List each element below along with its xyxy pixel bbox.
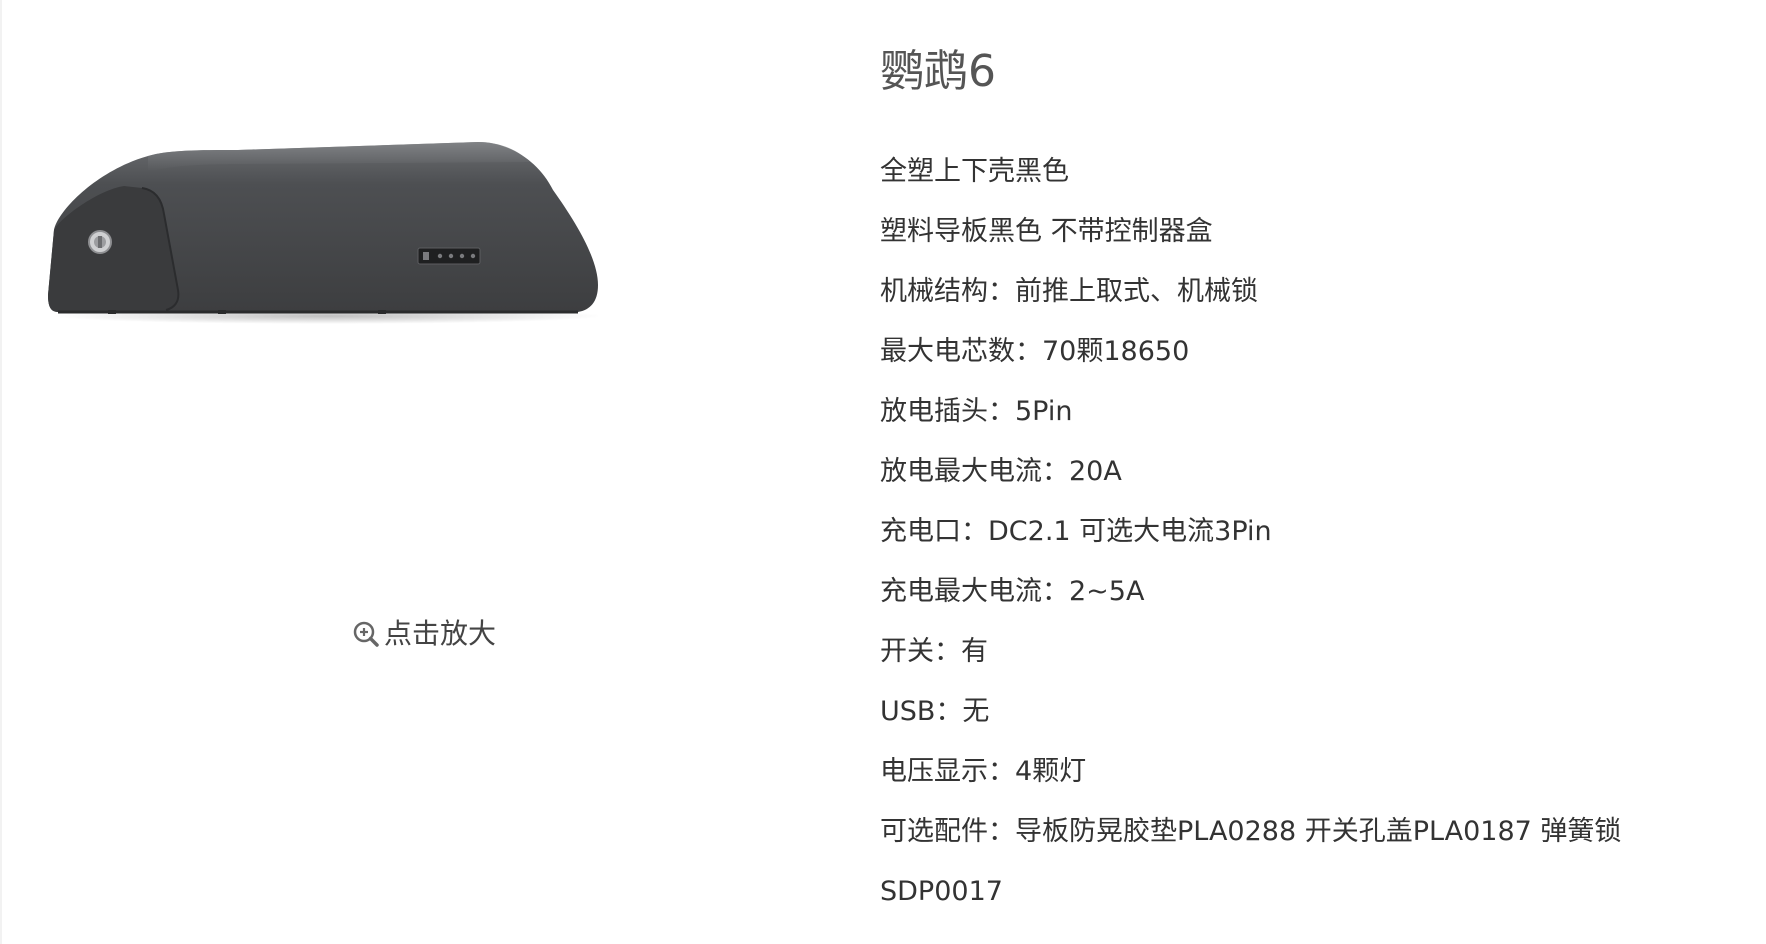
- spec-item: 充电最大电流：2~5A: [880, 576, 1145, 607]
- spec-item: 全塑上下壳黑色: [880, 156, 1069, 187]
- spec-item: 电压显示：4颗灯: [880, 756, 1087, 787]
- spec-item: 最大电芯数：70颗18650: [880, 336, 1190, 367]
- product-image[interactable]: [38, 130, 598, 330]
- lock-icon: [88, 230, 112, 254]
- spec-item: 放电最大电流：20A: [880, 456, 1122, 487]
- spec-item: 机械结构：前推上取式、机械锁: [880, 276, 1258, 307]
- page-left-border: [0, 0, 2, 944]
- zoom-link[interactable]: 点击放大: [352, 614, 496, 654]
- spec-item: 塑料导板黑色 不带控制器盒: [880, 216, 1213, 247]
- led-indicator: [417, 247, 481, 265]
- spec-item: 充电口：DC2.1 可选大电流3Pin: [880, 516, 1272, 547]
- zoom-label: 点击放大: [384, 617, 497, 650]
- zoom-in-icon: [353, 621, 379, 647]
- spec-item: 可选配件：导板防晃胶垫PLA0288 开关孔盖PLA0187 弹簧锁 SDP00…: [880, 816, 1622, 907]
- spec-list: 全塑上下壳黑色 塑料导板黑色 不带控制器盒 机械结构：前推上取式、机械锁 最大电…: [880, 142, 1740, 922]
- product-title: 鹦鹉6: [880, 46, 996, 97]
- spec-item: USB：无: [880, 696, 990, 727]
- spec-item: 放电插头：5Pin: [880, 396, 1073, 427]
- spec-item: 开关：有: [880, 636, 988, 667]
